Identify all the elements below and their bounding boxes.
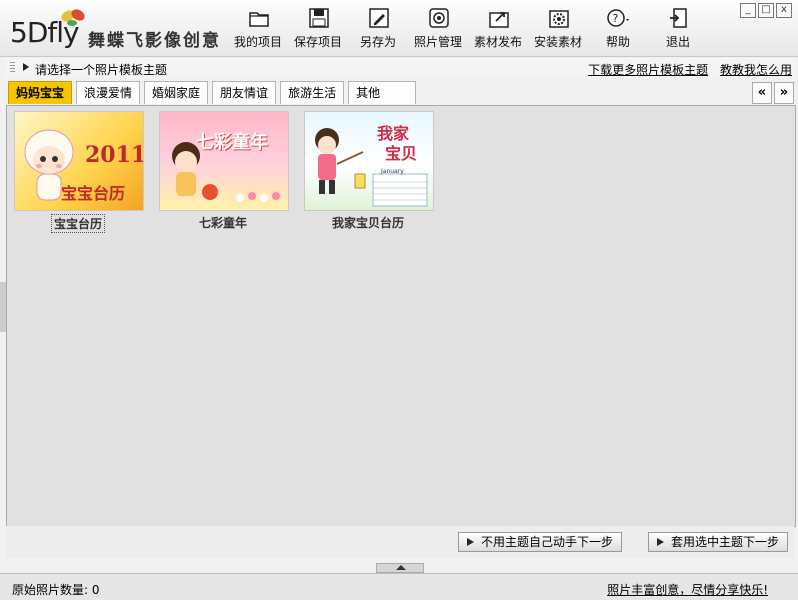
art-title-2: 宝贝	[385, 144, 418, 163]
button-label: 不用主题自己动手下一步	[481, 535, 614, 549]
toolbar-label: 照片管理	[413, 35, 462, 49]
hint-bar: 请选择一个照片模板主题 下载更多照片模板主题 教教我怎么用	[6, 58, 796, 78]
tab-marriage-family[interactable]: 婚姻家庭	[144, 81, 209, 104]
template-thumbnail-baby-calendar[interactable]: 2011 宝宝台历	[14, 111, 144, 211]
save-project-button[interactable]: 保存项目	[288, 4, 348, 52]
template-thumbnail-colorful-childhood[interactable]: 七彩童年	[159, 111, 289, 211]
tab-romance[interactable]: 浪漫爱情	[76, 81, 141, 104]
template-caption: 我家宝贝台历	[331, 216, 404, 230]
install-icon	[549, 10, 569, 28]
svg-text:?: ?	[613, 12, 619, 25]
toolbar-label: 保存项目	[293, 35, 342, 49]
how-to-use-link[interactable]: 教教我怎么用	[720, 63, 792, 77]
window-controls: _ □ x	[740, 3, 792, 18]
template-item[interactable]: 我家 宝贝 January 我家宝贝台历	[304, 111, 434, 231]
template-caption: 宝宝台历	[50, 214, 105, 233]
toolbar-label: 素材发布	[473, 35, 522, 49]
grip-icon	[10, 62, 15, 74]
main-toolbar: 我的项目 保存项目 另存为 照片管理 素材发布 安装素材 ? 帮助 退出	[228, 4, 708, 54]
exit-icon	[670, 8, 687, 28]
logo-text: 5Dfly	[10, 16, 80, 49]
template-gallery: 2011 宝宝台历 宝宝台历 七彩童年 七彩童年 我家 宝贝 January 我…	[6, 105, 796, 527]
slogan-link[interactable]: 照片丰富创意，尽情分享快乐!	[607, 581, 768, 598]
template-item[interactable]: 七彩童年 七彩童年	[159, 111, 289, 231]
toolbar-label: 另存为	[359, 35, 396, 49]
arrow-right-icon	[23, 63, 29, 71]
photo-manager-icon	[429, 8, 449, 28]
tab-scroll-controls: « »	[752, 82, 794, 104]
app-window: 5Dfly 舞蝶飞影像创意 我的项目 保存项目 另存为 照片管理 素材发布 安装…	[0, 0, 798, 600]
logo-subtitle: 舞蝶飞影像创意	[88, 31, 221, 51]
template-caption: 七彩童年	[198, 216, 247, 230]
toolbar-label: 退出	[665, 35, 690, 49]
exit-button[interactable]: 退出	[648, 4, 708, 52]
status-bar: 原始照片数量: 0 照片丰富创意，尽情分享快乐!	[0, 573, 798, 600]
save-as-icon	[369, 8, 389, 28]
photo-manager-button[interactable]: 照片管理	[408, 4, 468, 52]
art-title: 七彩童年	[196, 132, 268, 153]
category-tabs: 妈妈宝宝 浪漫爱情 婚姻家庭 朋友情谊 旅游生活 其他	[8, 81, 420, 105]
maximize-button[interactable]: □	[758, 3, 774, 18]
button-label: 套用选中主题下一步	[671, 535, 780, 549]
tab-mother-baby[interactable]: 妈妈宝宝	[8, 81, 73, 104]
tab-travel-life[interactable]: 旅游生活	[280, 81, 345, 104]
arrow-right-icon	[467, 538, 474, 546]
logo: 5Dfly 舞蝶飞影像创意	[8, 6, 228, 52]
art-title: 宝宝台历	[61, 184, 126, 203]
my-projects-button[interactable]: 我的项目	[228, 4, 288, 52]
panel-splitter[interactable]	[376, 563, 424, 573]
action-bar: 不用主题自己动手下一步 套用选中主题下一步	[6, 526, 794, 558]
publish-icon	[489, 12, 509, 28]
hint-text: 请选择一个照片模板主题	[35, 63, 168, 77]
tab-friendship[interactable]: 朋友情谊	[212, 81, 277, 104]
photo-count: 原始照片数量: 0	[12, 583, 100, 597]
next-without-theme-button[interactable]: 不用主题自己动手下一步	[458, 532, 623, 552]
tab-next-button[interactable]: »	[774, 82, 794, 104]
close-button[interactable]: x	[776, 3, 792, 18]
toolbar-label: 我的项目	[233, 35, 282, 49]
girl-illustration	[172, 142, 280, 202]
toolbar-label: 帮助	[605, 35, 630, 49]
tab-prev-button[interactable]: «	[752, 82, 772, 104]
minimize-button[interactable]: _	[740, 3, 756, 18]
publish-material-button[interactable]: 素材发布	[468, 4, 528, 52]
template-thumbnail-my-baby-calendar[interactable]: 我家 宝贝 January	[304, 111, 434, 211]
folder-icon	[249, 12, 269, 27]
hint-links: 下载更多照片模板主题 教教我怎么用	[580, 61, 792, 78]
save-icon	[309, 8, 329, 28]
save-as-button[interactable]: 另存为	[348, 4, 408, 52]
template-item[interactable]: 2011 宝宝台历 宝宝台历	[14, 111, 144, 233]
help-icon: ?	[607, 9, 629, 27]
art-year: 2011	[85, 142, 144, 168]
toolbar-label: 安装素材	[533, 35, 582, 49]
next-with-theme-button[interactable]: 套用选中主题下一步	[648, 532, 789, 552]
art-calendar-month: January	[381, 168, 404, 175]
download-more-link[interactable]: 下载更多照片模板主题	[588, 63, 708, 77]
arrow-up-icon	[396, 565, 406, 570]
help-button[interactable]: ? 帮助	[588, 4, 648, 52]
tab-other[interactable]: 其他	[348, 81, 417, 104]
header: 5Dfly 舞蝶飞影像创意 我的项目 保存项目 另存为 照片管理 素材发布 安装…	[0, 0, 798, 57]
arrow-right-icon	[657, 538, 664, 546]
install-material-button[interactable]: 安装素材	[528, 4, 588, 52]
side-collapse-handle[interactable]	[0, 282, 6, 332]
